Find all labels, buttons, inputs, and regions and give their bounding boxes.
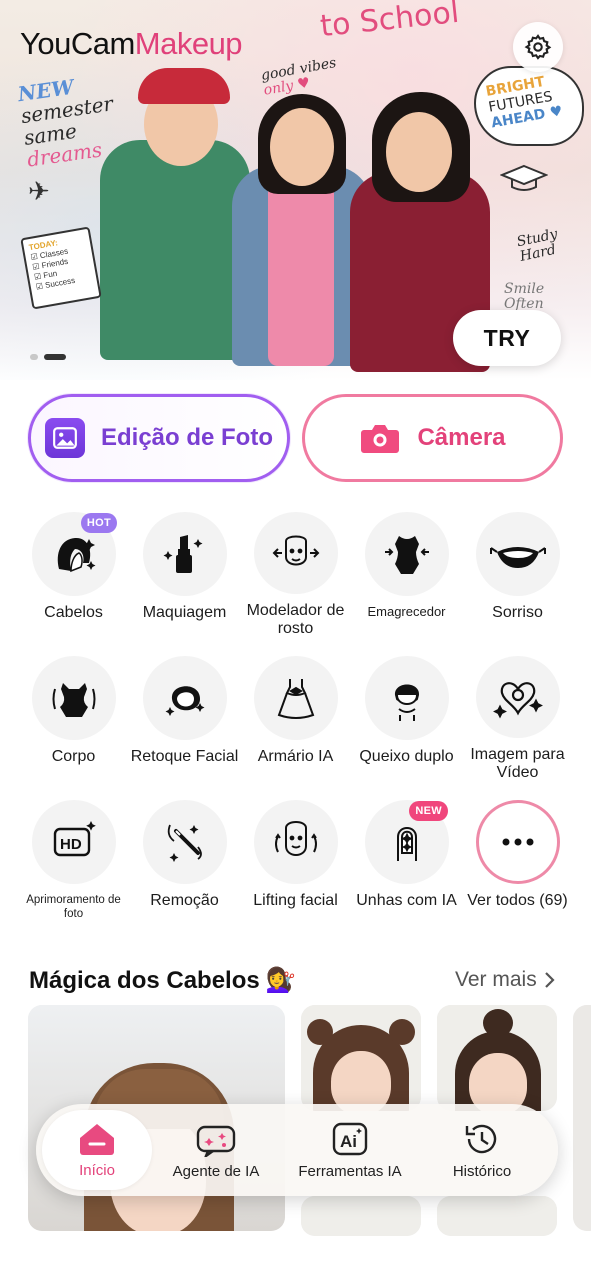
camera-icon	[359, 420, 401, 456]
remove-wand-icon	[142, 800, 227, 884]
bottom-navigation: Início Agente de IA Ai Ferramentas IA Hi…	[36, 1104, 558, 1196]
feature-ai-nails[interactable]: NEW Unhas com IA	[351, 800, 462, 926]
feature-removal[interactable]: Remoção	[129, 800, 240, 926]
feature-label: Cabelos	[44, 604, 103, 621]
photo-edit-label: Edição de Foto	[100, 424, 273, 451]
nav-ai-agent[interactable]: Agente de IA	[152, 1110, 280, 1190]
home-icon	[80, 1123, 114, 1155]
dress-icon	[253, 656, 338, 740]
nav-label: Ferramentas IA	[298, 1162, 402, 1180]
feature-face-retouch[interactable]: Retoque Facial	[129, 656, 240, 782]
feature-label: Maquiagem	[142, 604, 227, 621]
ai-tools-icon: Ai	[332, 1122, 368, 1155]
nav-label: Agente de IA	[172, 1162, 260, 1180]
feature-hair[interactable]: HOT Cabelos	[18, 512, 129, 638]
feature-smile[interactable]: Sorriso	[462, 512, 573, 638]
gear-icon	[524, 34, 552, 60]
new-badge: NEW	[409, 801, 448, 821]
nav-label: Início	[79, 1161, 115, 1179]
hot-badge: HOT	[80, 513, 117, 533]
feature-photo-enhance[interactable]: HD Aprimoramento de foto	[18, 800, 129, 926]
slim-body-icon	[364, 512, 449, 596]
nav-history[interactable]: Histórico	[420, 1110, 544, 1190]
image-to-video-icon	[475, 656, 560, 738]
feature-label: Imagem para Vídeo	[470, 746, 565, 781]
feature-label: Retoque Facial	[130, 748, 239, 765]
settings-button[interactable]	[513, 22, 563, 72]
feature-label: Aprimoramento de foto	[26, 894, 121, 920]
feature-label: Unhas com IA	[356, 892, 457, 909]
doodle-new-semester: NEW semester same dreams	[16, 74, 115, 172]
hair-style-card[interactable]	[437, 1005, 557, 1111]
nav-label: Histórico	[452, 1162, 512, 1180]
hair-style-card[interactable]	[573, 1005, 591, 1231]
feature-label: Lifting facial	[253, 892, 338, 909]
feature-label: Corpo	[51, 748, 96, 765]
feature-makeup[interactable]: Maquiagem	[129, 512, 240, 638]
feature-double-chin[interactable]: Queixo duplo	[351, 656, 462, 782]
feature-label: Remoção	[150, 892, 219, 909]
more-icon	[475, 800, 560, 884]
double-chin-icon	[364, 656, 449, 740]
body-icon	[31, 656, 116, 740]
hair-style-card[interactable]	[437, 1196, 557, 1236]
carousel-indicator[interactable]	[30, 354, 66, 360]
feature-ai-closet[interactable]: Armário IA	[240, 656, 351, 782]
face-reshape-icon	[253, 512, 338, 594]
camera-button[interactable]: Câmera	[302, 394, 563, 482]
feature-grid: HOT Cabelos Maquiagem Modelador de rosto…	[18, 512, 574, 926]
feature-image-to-video[interactable]: Imagem para Vídeo	[462, 656, 573, 782]
hd-enhance-icon: HD	[31, 800, 116, 884]
hair-style-card[interactable]	[301, 1196, 421, 1236]
face-lift-icon	[253, 800, 338, 884]
carousel-dot[interactable]	[30, 354, 38, 360]
see-more-link[interactable]: Ver mais	[455, 968, 555, 992]
nav-home[interactable]: Início	[42, 1110, 152, 1190]
feature-label: Sorriso	[492, 604, 543, 621]
feature-slim[interactable]: Emagrecedor	[351, 512, 462, 638]
lipstick-icon	[142, 512, 227, 596]
photo-edit-button[interactable]: Edição de Foto	[28, 394, 290, 482]
smile-icon	[475, 512, 560, 596]
hair-emoji-icon: 💇‍♀️	[265, 967, 296, 994]
hair-style-card[interactable]	[301, 1005, 421, 1111]
face-retouch-icon	[142, 656, 227, 740]
paper-plane-icon: ✈	[28, 176, 50, 206]
nav-ai-tools[interactable]: Ai Ferramentas IA	[280, 1110, 420, 1190]
carousel-dot-active[interactable]	[44, 354, 66, 360]
feature-see-all[interactable]: Ver todos (69)	[462, 800, 573, 926]
feature-face-reshape[interactable]: Modelador de rosto	[240, 512, 351, 638]
feature-label: Queixo duplo	[359, 748, 454, 765]
promo-banner[interactable]: YouCamMakeup to School NEW semester same…	[0, 0, 591, 380]
feature-label: Modelador de rosto	[246, 602, 345, 637]
try-button[interactable]: TRY	[453, 310, 561, 366]
chevron-right-icon	[544, 972, 555, 988]
gallery-icon	[44, 418, 85, 458]
svg-text:HD: HD	[60, 836, 82, 853]
graduation-cap-icon	[500, 164, 548, 191]
feature-label: Emagrecedor	[367, 604, 446, 619]
feature-body[interactable]: Corpo	[18, 656, 129, 782]
app-logo: YouCamMakeup	[20, 26, 243, 61]
ai-agent-icon	[196, 1125, 236, 1157]
section-title: Mágica dos Cabelos 💇‍♀️	[29, 966, 296, 995]
svg-text:Ai: Ai	[340, 1132, 357, 1151]
feature-label: Armário IA	[257, 748, 334, 765]
feature-face-lift[interactable]: Lifting facial	[240, 800, 351, 926]
feature-label: Ver todos (69)	[467, 892, 568, 909]
doodle-smile-often: Smile Often	[504, 281, 545, 312]
history-icon	[465, 1124, 497, 1153]
camera-label: Câmera	[417, 424, 506, 451]
doodle-todo-list: TODAY: ☑ Classes ☑ Friends ☑ Fun ☑ Succe…	[20, 226, 102, 310]
